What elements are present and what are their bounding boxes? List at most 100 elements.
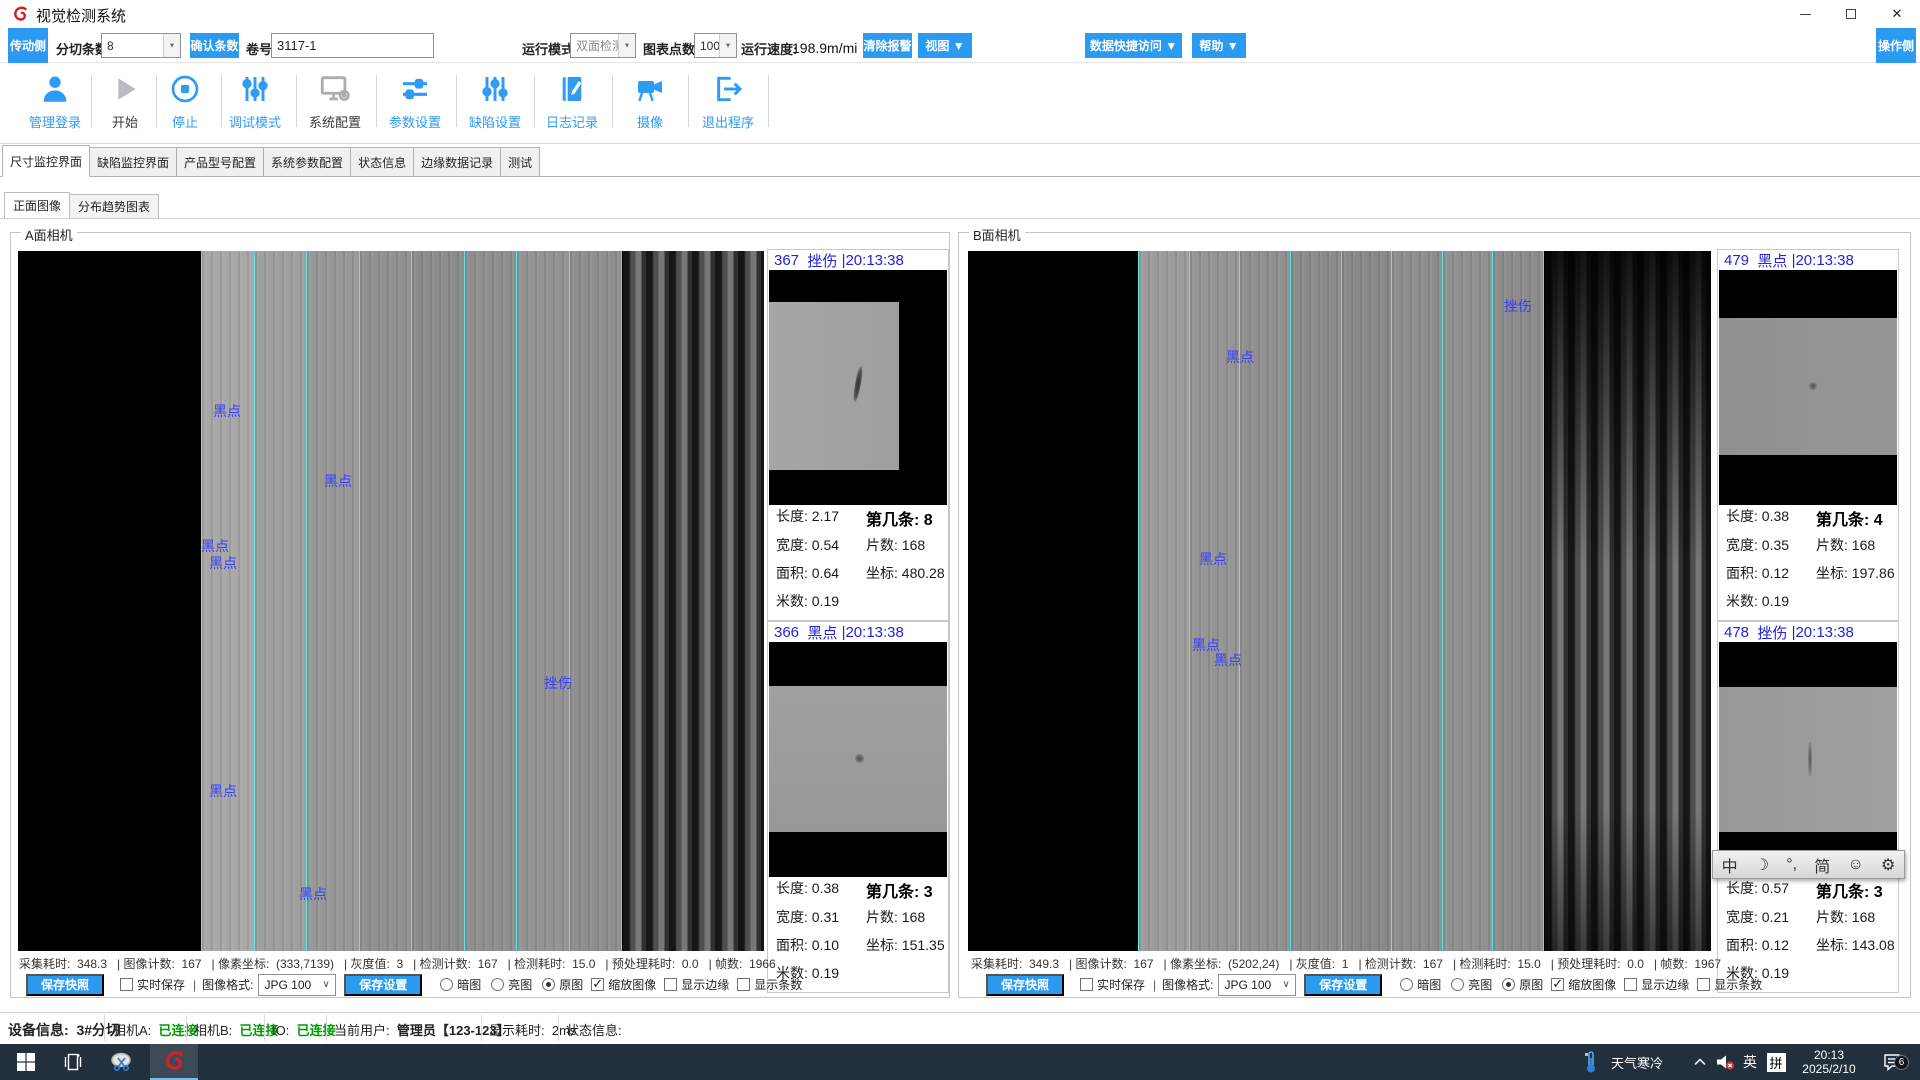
inspection-app-taskbar-button[interactable] bbox=[150, 1044, 198, 1080]
realtime-save-checkbox[interactable] bbox=[120, 978, 133, 991]
capture-button[interactable]: 摄像 bbox=[616, 69, 684, 137]
defect-thumbnail[interactable] bbox=[769, 270, 947, 505]
save-snapshot-button[interactable]: 保存快照 bbox=[986, 974, 1064, 996]
defect-annotation: 黑点 bbox=[324, 471, 352, 491]
log-record-button[interactable]: 日志记录 bbox=[538, 69, 606, 137]
data-quick-access-menu-button[interactable]: 数据快捷访问 ▼ bbox=[1085, 33, 1182, 58]
operate-side-button[interactable]: 操作侧 bbox=[1876, 28, 1916, 63]
drive-side-button[interactable]: 传动侧 bbox=[8, 28, 48, 63]
subtab-front-image[interactable]: 正面图像 bbox=[4, 192, 70, 219]
ime-halfmoon-icon[interactable]: ☽ bbox=[1755, 855, 1769, 875]
current-user: 当前用户: 管理员【123-123】 bbox=[334, 1020, 510, 1039]
image-format-select[interactable]: JPG 100 bbox=[258, 974, 337, 996]
maximize-button[interactable] bbox=[1828, 0, 1874, 28]
camera-a-panel: A面相机 黑点黑点黑点黑点挫伤黑点黑点 367 挫伤 20:13:38 长度: … bbox=[10, 232, 950, 998]
defect-annotation: 黑点 bbox=[1226, 347, 1254, 367]
close-button[interactable] bbox=[1874, 0, 1920, 28]
view-menu-button[interactable]: 视图 ▼ bbox=[918, 33, 972, 58]
admin-login-button[interactable]: 管理登录 bbox=[21, 69, 89, 137]
stop-button[interactable]: 停止 bbox=[151, 69, 219, 137]
defect-list-a: 367 挫伤 20:13:38 长度: 2.17第几条: 8 宽度: 0.54片… bbox=[767, 249, 949, 995]
stop-icon bbox=[169, 69, 201, 109]
ime-simplified-mode[interactable]: 简 bbox=[1814, 853, 1830, 877]
defect-entry[interactable]: 479 黑点 20:13:38 长度: 0.38第几条: 4 宽度: 0.35片… bbox=[1717, 249, 1899, 621]
save-settings-button[interactable]: 保存设置 bbox=[1304, 974, 1382, 996]
defect-settings-icon bbox=[479, 69, 511, 109]
help-menu-button[interactable]: 帮助 ▼ bbox=[1192, 33, 1246, 58]
show-strips-checkbox[interactable] bbox=[737, 978, 750, 991]
ime-punctuation-icon[interactable]: °, bbox=[1786, 856, 1797, 874]
start-button[interactable] bbox=[4, 1044, 48, 1080]
slice-count-select[interactable]: 8 bbox=[101, 33, 181, 58]
camera-image-a[interactable]: 黑点黑点黑点黑点挫伤黑点黑点 bbox=[18, 251, 764, 951]
show-strips-checkbox[interactable] bbox=[1697, 978, 1710, 991]
start-button[interactable]: 开始 bbox=[91, 69, 159, 137]
defect-entry[interactable]: 478 挫伤 20:13:38 长度: 0.57第几条: 3 宽度: 0.21片… bbox=[1717, 621, 1899, 993]
bright-image-radio[interactable] bbox=[491, 978, 504, 991]
realtime-save-checkbox[interactable] bbox=[1080, 978, 1093, 991]
clear-alarm-button[interactable]: 清除报警 bbox=[863, 33, 912, 58]
camera-b-panel-title: B面相机 bbox=[969, 225, 1025, 244]
subtab-trend-chart[interactable]: 分布趋势图表 bbox=[70, 194, 159, 219]
debug-mode-button[interactable]: 调试模式 bbox=[221, 69, 289, 137]
tab-status-info[interactable]: 状态信息 bbox=[351, 147, 414, 177]
chart-points-select[interactable]: 100 bbox=[694, 33, 737, 58]
defect-entry[interactable]: 366 黑点 20:13:38 长度: 0.38第几条: 3 宽度: 0.31片… bbox=[767, 621, 949, 993]
thermometer-icon[interactable] bbox=[1578, 1044, 1604, 1080]
camera-a-controls: 保存快照 实时保存 |图像格式: JPG 100 保存设置 暗图 亮图 原图 缩… bbox=[26, 973, 802, 996]
ime-mode-indicator[interactable]: 拼 bbox=[1762, 1044, 1790, 1080]
dropdown-arrow-icon bbox=[1277, 975, 1295, 995]
zoom-image-checkbox[interactable] bbox=[591, 978, 604, 991]
original-image-radio[interactable] bbox=[542, 978, 555, 991]
language-indicator[interactable]: 英 bbox=[1738, 1044, 1762, 1080]
exit-program-button[interactable]: 退出程序 bbox=[694, 69, 762, 137]
ime-emoji-icon[interactable]: ☺ bbox=[1847, 856, 1863, 874]
dropdown-arrow-icon[interactable] bbox=[719, 34, 736, 57]
params-settings-button[interactable]: 参数设置 bbox=[381, 69, 449, 137]
bright-image-radio[interactable] bbox=[1451, 978, 1464, 991]
camera-image-b[interactable]: 挫伤黑点黑点黑点黑点 bbox=[968, 251, 1711, 951]
image-format-select[interactable]: JPG 100 bbox=[1218, 974, 1297, 996]
tab-edge-data-record[interactable]: 边缘数据记录 bbox=[414, 147, 501, 177]
tab-product-model-config[interactable]: 产品型号配置 bbox=[177, 147, 264, 177]
weather-status[interactable]: 天气寒冷 bbox=[1604, 1044, 1670, 1080]
tab-system-params-config[interactable]: 系统参数配置 bbox=[264, 147, 351, 177]
roll-number-input[interactable] bbox=[271, 33, 434, 58]
ime-chinese-mode[interactable]: 中 bbox=[1722, 853, 1738, 877]
confirm-count-button[interactable]: 确认条数 bbox=[190, 33, 239, 58]
save-settings-button[interactable]: 保存设置 bbox=[344, 974, 422, 996]
defect-annotation: 黑点 bbox=[209, 553, 237, 573]
show-edges-checkbox[interactable] bbox=[1624, 978, 1637, 991]
hidden-icons-chevron[interactable] bbox=[1688, 1044, 1712, 1080]
system-config-button[interactable]: 系统配置 bbox=[301, 69, 369, 137]
defect-settings-button[interactable]: 缺陷设置 bbox=[461, 69, 529, 137]
dark-image-radio[interactable] bbox=[1400, 978, 1413, 991]
run-mode-select[interactable]: 双面检测 bbox=[570, 33, 636, 58]
ime-settings-gear-icon[interactable]: ⚙ bbox=[1881, 855, 1895, 875]
defect-thumbnail[interactable] bbox=[1719, 642, 1897, 877]
tab-defect-monitor[interactable]: 缺陷监控界面 bbox=[90, 147, 177, 177]
dropdown-arrow-icon[interactable] bbox=[618, 34, 635, 57]
strip-band bbox=[201, 251, 622, 951]
defect-thumbnail[interactable] bbox=[1719, 270, 1897, 505]
volume-muted-icon[interactable] bbox=[1712, 1044, 1738, 1080]
zoom-image-checkbox[interactable] bbox=[1551, 978, 1564, 991]
snipping-tool-button[interactable] bbox=[98, 1044, 146, 1080]
camera-b-status-line: 采集耗时: 349.3 | 图像计数: 167 | 像素坐标: (5202,24… bbox=[971, 955, 1721, 972]
defect-entry[interactable]: 367 挫伤 20:13:38 长度: 2.17第几条: 8 宽度: 0.54片… bbox=[767, 249, 949, 621]
task-view-button[interactable] bbox=[52, 1044, 94, 1080]
show-edges-checkbox[interactable] bbox=[664, 978, 677, 991]
play-icon bbox=[109, 69, 141, 109]
dark-image-radio[interactable] bbox=[440, 978, 453, 991]
minimize-button[interactable] bbox=[1782, 0, 1828, 28]
original-image-radio[interactable] bbox=[1502, 978, 1515, 991]
notification-center-button[interactable]: 6 bbox=[1872, 1044, 1912, 1080]
tab-test[interactable]: 测试 bbox=[501, 147, 540, 177]
defect-header: 478 挫伤 20:13:38 bbox=[1724, 623, 1854, 642]
clock[interactable]: 20:132025/2/10 bbox=[1792, 1044, 1866, 1080]
save-snapshot-button[interactable]: 保存快照 bbox=[26, 974, 104, 996]
status-info-label: 状态信息: bbox=[566, 1020, 622, 1039]
tab-size-monitor[interactable]: 尺寸监控界面 bbox=[2, 145, 90, 177]
defect-thumbnail[interactable] bbox=[769, 642, 947, 877]
dropdown-arrow-icon[interactable] bbox=[163, 34, 180, 57]
